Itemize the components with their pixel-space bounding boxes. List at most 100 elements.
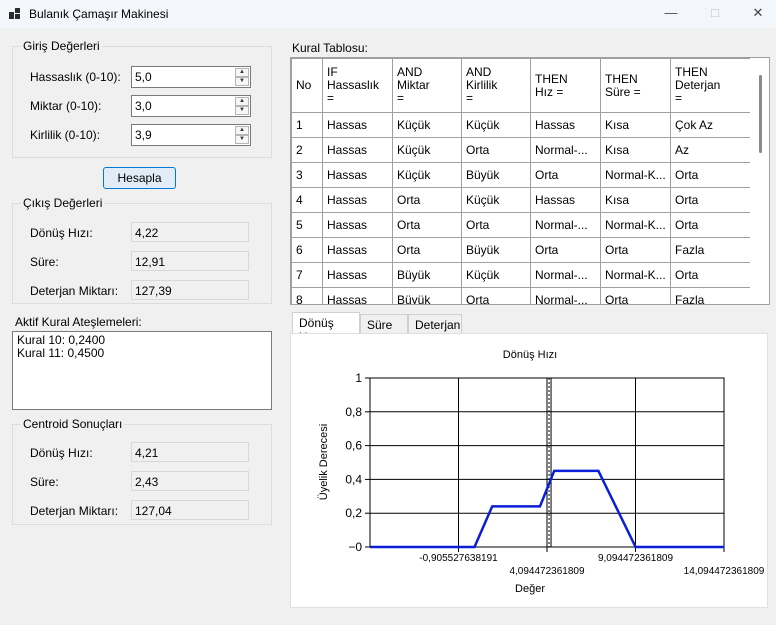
- tab-detergent[interactable]: Deterjan: [408, 314, 462, 333]
- header-sensitivity[interactable]: IF Hassaslık =: [322, 58, 393, 113]
- table-cell[interactable]: Orta: [670, 162, 751, 188]
- spin-down-icon[interactable]: ▼: [235, 135, 249, 144]
- table-row[interactable]: 3 Hassas Küçük Büyük Orta Normal-K... Orta: [291, 162, 751, 188]
- table-cell[interactable]: Orta: [392, 237, 462, 263]
- table-row[interactable]: 6 Hassas Orta Büyük Orta Orta Fazla: [291, 237, 751, 263]
- table-cell[interactable]: Küçük: [461, 262, 531, 288]
- table-cell[interactable]: Hassas: [322, 262, 393, 288]
- table-cell[interactable]: 3: [291, 162, 323, 188]
- spin-up-icon[interactable]: ▲: [235, 126, 249, 135]
- table-cell[interactable]: Hassas: [322, 237, 393, 263]
- table-cell[interactable]: Normal-K...: [600, 162, 671, 188]
- scrollbar-thumb[interactable]: [759, 75, 762, 153]
- table-cell[interactable]: Normal-K...: [600, 212, 671, 238]
- table-cell[interactable]: Hassas: [322, 212, 393, 238]
- table-cell[interactable]: Orta: [461, 212, 531, 238]
- table-cell[interactable]: Orta: [670, 187, 751, 213]
- table-cell[interactable]: Normal-K...: [600, 262, 671, 288]
- table-cell[interactable]: Hassas: [530, 187, 601, 213]
- table-cell[interactable]: Büyük: [392, 287, 462, 304]
- header-speed[interactable]: THEN Hız =: [530, 58, 601, 113]
- table-cell[interactable]: 7: [291, 262, 323, 288]
- table-cell[interactable]: Orta: [670, 212, 751, 238]
- table-cell[interactable]: Orta: [670, 262, 751, 288]
- table-header-row: No IF Hassaslık = AND Miktar = AND Kirlilik = …: [291, 58, 751, 113]
- calculate-button[interactable]: Hesapla: [103, 167, 176, 189]
- table-cell[interactable]: Fazla: [670, 237, 751, 263]
- table-cell[interactable]: Hassas: [322, 162, 393, 188]
- table-cell[interactable]: Kısa: [600, 112, 671, 138]
- table-cell[interactable]: Orta: [392, 212, 462, 238]
- table-cell[interactable]: Az: [670, 137, 751, 163]
- table-cell[interactable]: Hassas: [322, 137, 393, 163]
- header-amount[interactable]: AND Miktar =: [392, 58, 462, 113]
- table-cell[interactable]: Küçük: [461, 112, 531, 138]
- amount-value: 3,0: [135, 99, 152, 113]
- spin-down-icon[interactable]: ▼: [235, 77, 249, 86]
- table-cell[interactable]: Küçük: [461, 187, 531, 213]
- table-cell[interactable]: 8: [291, 287, 323, 304]
- table-cell[interactable]: 4: [291, 187, 323, 213]
- table-cell[interactable]: Orta: [461, 287, 531, 304]
- table-row[interactable]: 2 Hassas Küçük Orta Normal-... Kısa Az: [291, 137, 751, 163]
- table-cell[interactable]: Büyük: [392, 262, 462, 288]
- table-cell[interactable]: Büyük: [461, 162, 531, 188]
- header-dirtiness[interactable]: AND Kirlilik =: [461, 58, 531, 113]
- table-cell[interactable]: Kısa: [600, 137, 671, 163]
- header-duration[interactable]: THEN Süre =: [600, 58, 671, 113]
- table-cell[interactable]: Orta: [461, 137, 531, 163]
- table-cell[interactable]: Hassas: [322, 187, 393, 213]
- table-row[interactable]: 4 Hassas Orta Küçük Hassas Kısa Orta: [291, 187, 751, 213]
- table-cell[interactable]: Orta: [530, 162, 601, 188]
- maximize-icon[interactable]: □: [707, 6, 723, 20]
- tab-speed[interactable]: Dönüş Hızı: [292, 312, 360, 344]
- table-cell[interactable]: Küçük: [392, 112, 462, 138]
- table-row[interactable]: 5 Hassas Orta Orta Normal-... Normal-K... Orta: [291, 212, 751, 238]
- rule-table[interactable]: No IF Hassaslık = AND Miktar = AND Kirlilik = …: [290, 57, 770, 305]
- table-cell[interactable]: Normal-...: [530, 137, 601, 163]
- table-cell[interactable]: Orta: [600, 287, 671, 304]
- table-cell[interactable]: Büyük: [461, 237, 531, 263]
- table-cell[interactable]: 5: [291, 212, 323, 238]
- output-speed-field: 4,22: [131, 222, 249, 242]
- table-cell[interactable]: Orta: [392, 187, 462, 213]
- spin-up-icon[interactable]: ▲: [235, 97, 249, 106]
- table-cell[interactable]: Küçük: [392, 137, 462, 163]
- table-cell[interactable]: Fazla: [670, 287, 751, 304]
- list-item[interactable]: Kural 11: 0,4500: [17, 347, 267, 360]
- table-cell[interactable]: Hassas: [322, 287, 393, 304]
- amount-label: Miktar (0-10):: [30, 99, 102, 113]
- table-cell[interactable]: Orta: [600, 237, 671, 263]
- table-scrollbar[interactable]: [750, 58, 769, 304]
- table-row[interactable]: 7 Hassas Büyük Küçük Normal-... Normal-K... Or…: [291, 262, 751, 288]
- table-cell[interactable]: Normal-...: [530, 212, 601, 238]
- table-cell[interactable]: Orta: [530, 237, 601, 263]
- amount-input[interactable]: 3,0 ▲ ▼: [131, 95, 251, 117]
- table-cell[interactable]: Hassas: [530, 112, 601, 138]
- table-cell[interactable]: Kısa: [600, 187, 671, 213]
- y-tick-label: −0: [348, 540, 362, 554]
- minimize-icon[interactable]: —: [663, 6, 679, 20]
- table-cell[interactable]: Normal-...: [530, 262, 601, 288]
- table-cell[interactable]: Küçük: [392, 162, 462, 188]
- active-rules-label: Aktif Kural Ateşlemeleri:: [15, 315, 142, 329]
- table-cell[interactable]: 1: [291, 112, 323, 138]
- active-rules-list[interactable]: Kural 10: 0,2400 Kural 11: 0,4500: [12, 331, 272, 410]
- dirtiness-input[interactable]: 3,9 ▲ ▼: [131, 124, 251, 146]
- header-no[interactable]: No: [291, 58, 323, 113]
- sensitivity-input[interactable]: 5,0 ▲ ▼: [131, 66, 251, 88]
- tab-duration[interactable]: Süre: [360, 314, 408, 333]
- close-icon[interactable]: ✕: [750, 6, 766, 20]
- centroid-duration-field: 2,43: [131, 471, 249, 491]
- table-row[interactable]: 1 Hassas Küçük Küçük Hassas Kısa Çok Az: [291, 112, 751, 138]
- spin-down-icon[interactable]: ▼: [235, 106, 249, 115]
- table-row[interactable]: 8 Hassas Büyük Orta Normal-... Orta Fazla: [291, 287, 751, 304]
- table-cell[interactable]: 6: [291, 237, 323, 263]
- table-cell[interactable]: Hassas: [322, 112, 393, 138]
- y-axis-label: Üyelik Derecesi: [318, 424, 330, 500]
- spin-up-icon[interactable]: ▲: [235, 68, 249, 77]
- header-detergent[interactable]: THEN Deterjan =: [670, 58, 751, 113]
- table-cell[interactable]: Normal-...: [530, 287, 601, 304]
- table-cell[interactable]: Çok Az: [670, 112, 751, 138]
- table-cell[interactable]: 2: [291, 137, 323, 163]
